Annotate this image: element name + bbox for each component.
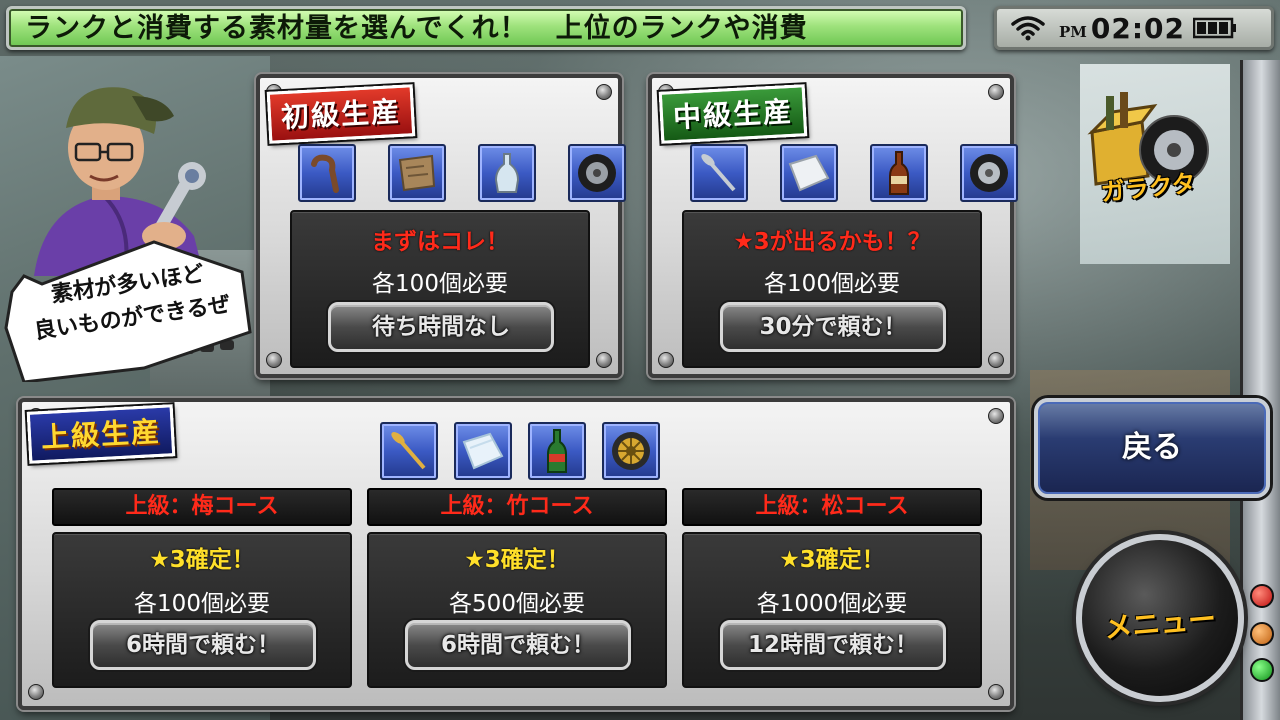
course-take-button[interactable]: 6時間で頼む！ bbox=[405, 620, 631, 670]
beginner-tagline: まずはコレ！ bbox=[371, 229, 509, 255]
nail-icon bbox=[690, 144, 748, 202]
material-row bbox=[380, 422, 660, 480]
beginner-produce-button[interactable]: 待ち時間なし bbox=[328, 302, 554, 352]
material-row bbox=[690, 144, 1018, 202]
course-matsu-header: 上級：松コース bbox=[682, 488, 982, 526]
clock-time: 02:02 bbox=[1090, 11, 1186, 45]
panel-advanced-production: 上級生産 上級：梅コース ★3確定！ 各100個必要 6時間で頼む！ 上級：竹コ… bbox=[18, 398, 1014, 710]
orange-indicator-lamp bbox=[1250, 622, 1274, 646]
cloth-rag-icon bbox=[388, 144, 446, 202]
silk-cloth-icon bbox=[454, 422, 512, 480]
green-bottle-icon bbox=[528, 422, 586, 480]
red-indicator-lamp bbox=[1250, 584, 1274, 608]
course-matsu-requirement: 各1000個必要 bbox=[756, 591, 908, 617]
course-ume-header: 上級：梅コース bbox=[52, 488, 352, 526]
banner-beginner: 初級生産 bbox=[266, 84, 416, 144]
course-ume-button[interactable]: 6時間で頼む！ bbox=[90, 620, 316, 670]
course-matsu-box: ★3確定！ 各1000個必要 12時間で頼む！ bbox=[682, 532, 982, 688]
course-ume-tagline: ★3確定！ bbox=[149, 547, 255, 573]
screw-icon bbox=[596, 84, 612, 100]
back-button[interactable]: 戻る bbox=[1034, 398, 1270, 498]
tire-icon bbox=[568, 144, 626, 202]
brown-bottle-icon bbox=[870, 144, 928, 202]
banner-intermediate: 中級生産 bbox=[658, 84, 808, 144]
intermediate-info-box: ★3が出るかも！？ 各100個必要 30分で頼む！ bbox=[682, 210, 982, 368]
glass-bottle-icon bbox=[478, 144, 536, 202]
ampm-label: PM bbox=[1059, 23, 1087, 41]
wifi-icon bbox=[1011, 16, 1045, 41]
gold-wheel-icon bbox=[602, 422, 660, 480]
course-take-tagline: ★3確定！ bbox=[464, 547, 570, 573]
panel-intermediate-production: 中級生産 ★3が出るかも！？ 各100個必要 30分で頼む！ bbox=[648, 74, 1018, 378]
screw-icon bbox=[596, 352, 612, 368]
intermediate-produce-button[interactable]: 30分で頼む！ bbox=[720, 302, 946, 352]
white-cloth-icon bbox=[780, 144, 838, 202]
screw-icon bbox=[988, 84, 1004, 100]
material-row bbox=[298, 144, 626, 202]
intermediate-requirement: 各100個必要 bbox=[764, 271, 900, 297]
course-matsu-button[interactable]: 12時間で頼む！ bbox=[720, 620, 946, 670]
beginner-info-box: まずはコレ！ 各100個必要 待ち時間なし bbox=[290, 210, 590, 368]
gold-nail-icon bbox=[380, 422, 438, 480]
green-indicator-lamp bbox=[1250, 658, 1274, 682]
course-take-box: ★3確定！ 各500個必要 6時間で頼む！ bbox=[367, 532, 667, 688]
tire-icon bbox=[960, 144, 1018, 202]
beginner-requirement: 各100個必要 bbox=[372, 271, 508, 297]
bent-pipe-icon bbox=[298, 144, 356, 202]
panel-beginner-production: 初級生産 まずはコレ！ 各100個必要 待ち時間なし bbox=[256, 74, 626, 378]
course-ume-box: ★3確定！ 各100個必要 6時間で頼む！ bbox=[52, 532, 352, 688]
course-take-requirement: 各500個必要 bbox=[449, 591, 585, 617]
course-take-header: 上級：竹コース bbox=[367, 488, 667, 526]
screw-icon bbox=[988, 684, 1004, 700]
screw-icon bbox=[988, 408, 1004, 424]
side-rail bbox=[1240, 60, 1280, 720]
ticker-text: ランクと消費する素材量を選んでくれ！ 上位のランクや消費 bbox=[25, 13, 808, 44]
intermediate-tagline: ★3が出るかも！？ bbox=[733, 229, 931, 255]
message-ticker: ランクと消費する素材量を選んでくれ！ 上位のランクや消費 bbox=[6, 6, 966, 50]
banner-advanced: 上級生産 bbox=[26, 404, 176, 464]
battery-icon bbox=[1193, 17, 1237, 39]
screw-icon bbox=[988, 352, 1004, 368]
screw-icon bbox=[28, 684, 44, 700]
course-matsu-tagline: ★3確定！ bbox=[779, 547, 885, 573]
course-ume-requirement: 各100個必要 bbox=[134, 591, 270, 617]
screw-icon bbox=[266, 352, 282, 368]
screw-icon bbox=[658, 352, 674, 368]
status-bar: PM 02:02 bbox=[994, 6, 1274, 50]
